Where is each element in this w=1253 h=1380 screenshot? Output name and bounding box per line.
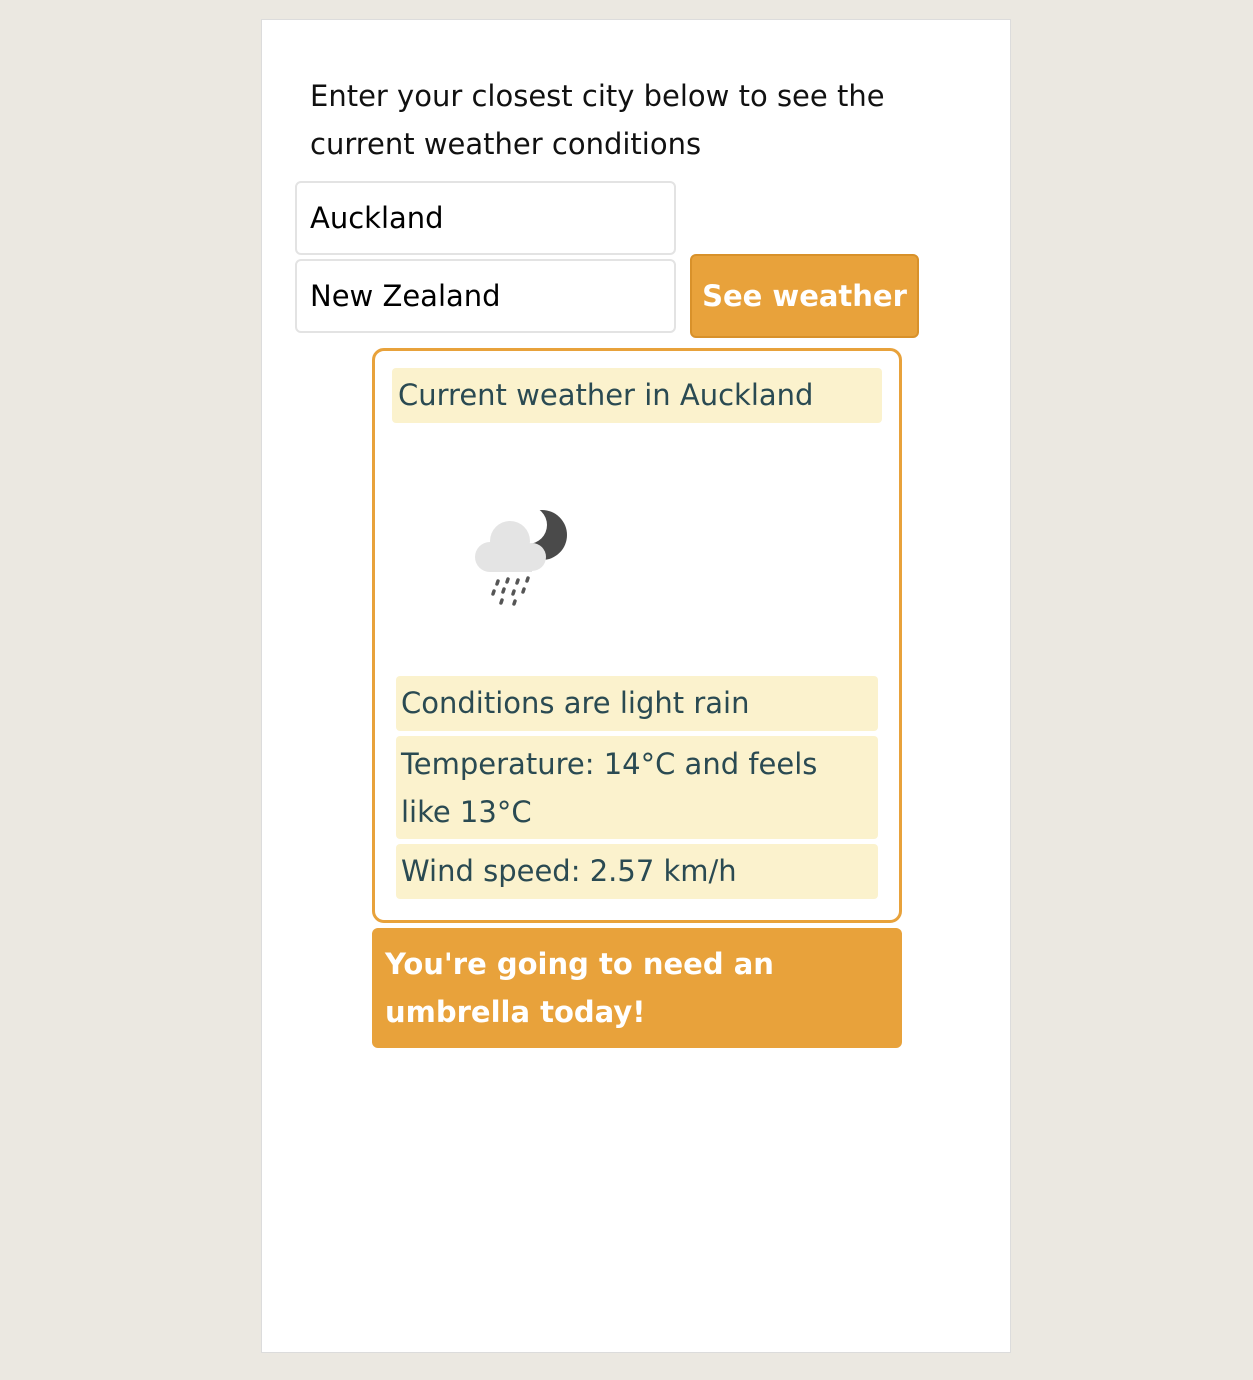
intro-text: Enter your closest city below to see the… xyxy=(310,79,885,161)
temperature-text: Temperature: 14°C and feels like 13°C xyxy=(396,736,878,839)
weather-title: Current weather in Auckland xyxy=(392,368,882,423)
weather-result-panel: Current weather in Auckland Conditions a… xyxy=(372,348,902,923)
light-rain-night-icon xyxy=(460,491,575,606)
wind-speed-text: Wind speed: 2.57 km/h xyxy=(396,844,878,899)
see-weather-button[interactable]: See weather xyxy=(690,254,919,338)
weather-app-card: Enter your closest city below to see the… xyxy=(261,19,1011,1353)
city-input[interactable] xyxy=(295,181,676,255)
conditions-text: Conditions are light rain xyxy=(396,676,878,731)
country-input[interactable] xyxy=(295,259,676,333)
umbrella-advice-banner: You're going to need an umbrella today! xyxy=(372,928,902,1048)
